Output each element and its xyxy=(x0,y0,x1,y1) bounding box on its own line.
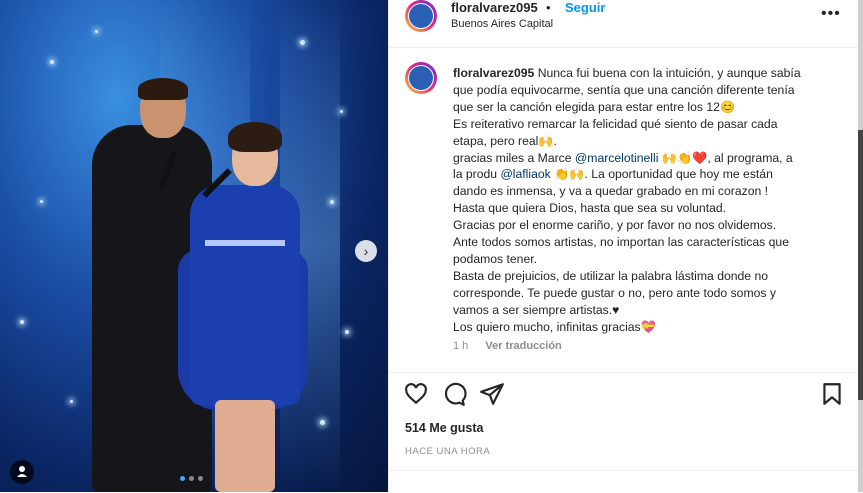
carousel-dot xyxy=(189,476,194,481)
caption-line: Nunca fui buena con la intuición, y aunq… xyxy=(537,66,801,80)
carousel-next-button[interactable]: › xyxy=(355,240,377,262)
caption-line: vamos a ser siempre artistas.♥ xyxy=(453,302,620,317)
header-separator: • xyxy=(546,0,551,15)
translate-button[interactable]: Ver traducción xyxy=(485,340,561,352)
location-link[interactable]: Buenos Aires Capital xyxy=(451,18,553,30)
sparkle xyxy=(50,60,54,64)
caption-line: podamos tener. xyxy=(453,251,538,266)
post-sidebar: floralvarez095 • Seguir Buenos Aires Cap… xyxy=(388,0,859,492)
caption-line: Hasta que quiera Dios, hasta que sea su … xyxy=(453,201,727,216)
caption-line: gracias miles a Marce xyxy=(453,150,575,165)
caption-line: la produ xyxy=(453,167,501,182)
sparkle xyxy=(40,200,43,203)
mention-link[interactable]: @marcelotinelli xyxy=(575,151,659,165)
sparkle xyxy=(330,200,334,204)
caption-line: Es reiterativo remarcar la felicidad qué… xyxy=(453,116,778,131)
window-edge xyxy=(858,0,863,492)
sparkle xyxy=(320,420,325,425)
caption-line: 👏🙌. La oportunidad que hoy me están xyxy=(550,167,773,182)
woman-hair xyxy=(228,122,282,152)
share-icon[interactable] xyxy=(479,381,505,407)
caption-line: Gracias por el enorme cariño, y por favo… xyxy=(453,218,777,233)
comment-icon[interactable] xyxy=(441,381,467,407)
comment-bar[interactable] xyxy=(389,470,859,493)
post-timestamp: HACE UNA HORA xyxy=(405,446,491,457)
sparkle xyxy=(345,330,349,334)
sparkle xyxy=(20,320,24,324)
sparkle xyxy=(95,30,98,33)
avatar[interactable] xyxy=(405,0,437,32)
mention-link[interactable]: @lafliaok xyxy=(500,167,550,181)
caption-line: etapa, pero real🙌. xyxy=(453,133,557,148)
action-bar xyxy=(389,372,859,413)
caption-line: corresponde. Te puede gustar o no, pero … xyxy=(453,285,776,300)
likes-count[interactable]: 514 Me gusta xyxy=(405,421,484,435)
caption-line: 🙌👏❤️, al programa, a xyxy=(658,150,793,165)
woman-dress xyxy=(190,185,300,405)
dress-belt xyxy=(205,240,285,246)
sparkle xyxy=(340,110,343,113)
woman-legs xyxy=(215,400,275,492)
caption-line: Ante todos somos artistas, no importan l… xyxy=(453,235,789,250)
caption-line: que ser la canción elegida para estar en… xyxy=(453,99,736,114)
heart-icon[interactable] xyxy=(403,381,429,407)
caption-line: que podía equivocarme, sentía que una ca… xyxy=(453,82,795,97)
sparkle xyxy=(70,400,73,403)
carousel-dot xyxy=(198,476,203,481)
person-icon xyxy=(17,466,27,477)
post-time[interactable]: 1 h xyxy=(453,340,468,352)
post-photo[interactable]: › xyxy=(0,0,388,492)
carousel-indicator xyxy=(180,476,203,481)
caption-line: dando es inmensa, y va a quedar grabado … xyxy=(453,184,769,199)
caption-username[interactable]: floralvarez095 xyxy=(453,66,534,80)
follow-button[interactable]: Seguir xyxy=(565,0,605,15)
bookmark-icon[interactable] xyxy=(819,381,845,407)
caption-line: Basta de prejuicios, de utilizar la pala… xyxy=(453,268,769,283)
post-header: floralvarez095 • Seguir Buenos Aires Cap… xyxy=(389,0,859,48)
more-options-button[interactable]: ••• xyxy=(821,5,841,23)
caption-avatar[interactable] xyxy=(405,62,437,94)
carousel-dot xyxy=(180,476,185,481)
sparkle xyxy=(300,40,305,45)
tagged-user-button[interactable] xyxy=(10,460,34,484)
header-username[interactable]: floralvarez095 xyxy=(451,0,538,15)
man-hair xyxy=(138,78,188,100)
caption-line: Los quiero mucho, infinitas gracias💝 xyxy=(453,319,656,334)
caption-meta: 1 h Ver traducción xyxy=(453,340,576,352)
post-caption: floralvarez095 Nunca fui buena con la in… xyxy=(453,65,843,336)
